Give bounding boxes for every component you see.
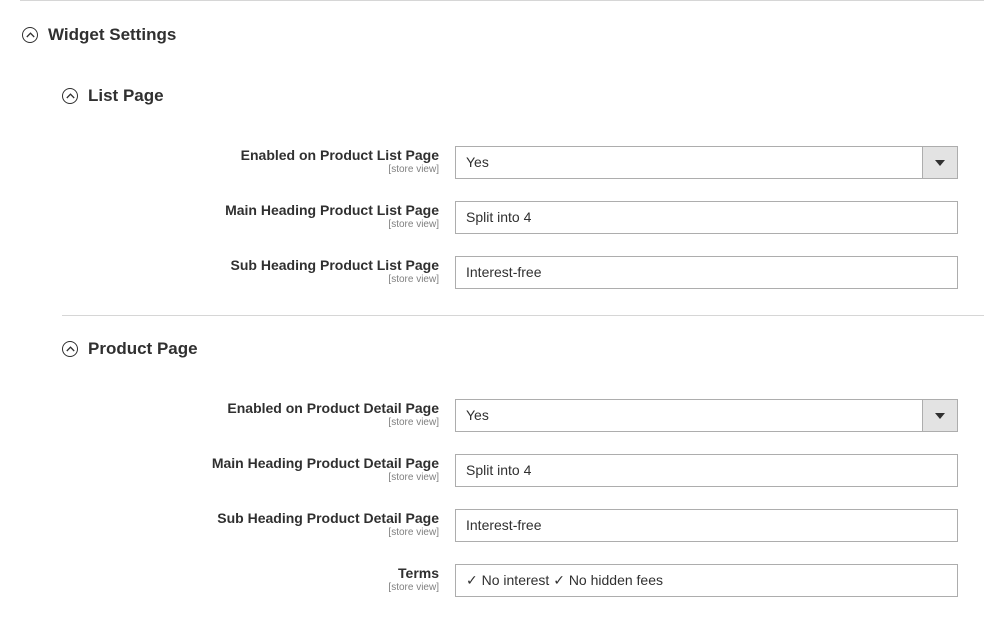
field-row-main-heading-list: Main Heading Product List Page [store vi…	[0, 201, 984, 235]
scope-label: [store view]	[388, 219, 439, 230]
main-heading-detail-input[interactable]: Split into 4	[455, 454, 958, 487]
chevron-up-circle-icon	[62, 88, 78, 104]
terms-input[interactable]: ✓ No interest ✓ No hidden fees	[455, 564, 958, 597]
scope-label: [store view]	[388, 582, 439, 593]
caret-down-icon[interactable]	[922, 147, 957, 178]
field-row-sub-heading-detail: Sub Heading Product Detail Page [store v…	[0, 509, 984, 543]
scope-label: [store view]	[388, 527, 439, 538]
scope-label: [store view]	[388, 417, 439, 428]
section-widget-settings[interactable]: Widget Settings	[22, 25, 176, 45]
section-title: Widget Settings	[48, 25, 177, 44]
sub-heading-list-input[interactable]: Interest-free	[455, 256, 958, 289]
section-list-page[interactable]: List Page	[62, 86, 164, 106]
field-label: Main Heading Product Detail Page [store …	[211, 455, 439, 483]
main-heading-list-input[interactable]: Split into 4	[455, 201, 958, 234]
sub-heading-detail-input[interactable]: Interest-free	[455, 509, 958, 542]
field-row-enabled-list: Enabled on Product List Page [store view…	[0, 146, 984, 180]
field-row-terms: Terms [store view] ✓ No interest ✓ No hi…	[0, 564, 984, 598]
field-row-main-heading-detail: Main Heading Product Detail Page [store …	[0, 454, 984, 488]
field-row-sub-heading-list: Sub Heading Product List Page [store vie…	[0, 256, 984, 290]
top-divider	[20, 0, 984, 1]
field-label: Sub Heading Product List Page [store vie…	[230, 257, 439, 285]
scope-label: [store view]	[388, 472, 439, 483]
chevron-up-circle-icon	[22, 27, 38, 43]
section-title: List Page	[88, 86, 164, 105]
scope-label: [store view]	[388, 274, 439, 285]
field-row-enabled-detail: Enabled on Product Detail Page [store vi…	[0, 399, 984, 433]
caret-down-icon[interactable]	[922, 400, 957, 431]
section-title: Product Page	[88, 339, 198, 358]
section-product-page[interactable]: Product Page	[62, 339, 198, 359]
field-label: Enabled on Product List Page [store view…	[240, 147, 439, 175]
field-label: Enabled on Product Detail Page [store vi…	[227, 400, 439, 428]
section-divider	[62, 315, 984, 316]
field-label: Main Heading Product List Page [store vi…	[225, 202, 439, 230]
field-label: Sub Heading Product Detail Page [store v…	[217, 510, 439, 538]
enabled-list-page-select[interactable]: Yes	[455, 146, 958, 179]
enabled-detail-page-select[interactable]: Yes	[455, 399, 958, 432]
scope-label: [store view]	[388, 164, 439, 175]
field-label: Terms [store view]	[388, 565, 439, 593]
chevron-up-circle-icon	[62, 341, 78, 357]
